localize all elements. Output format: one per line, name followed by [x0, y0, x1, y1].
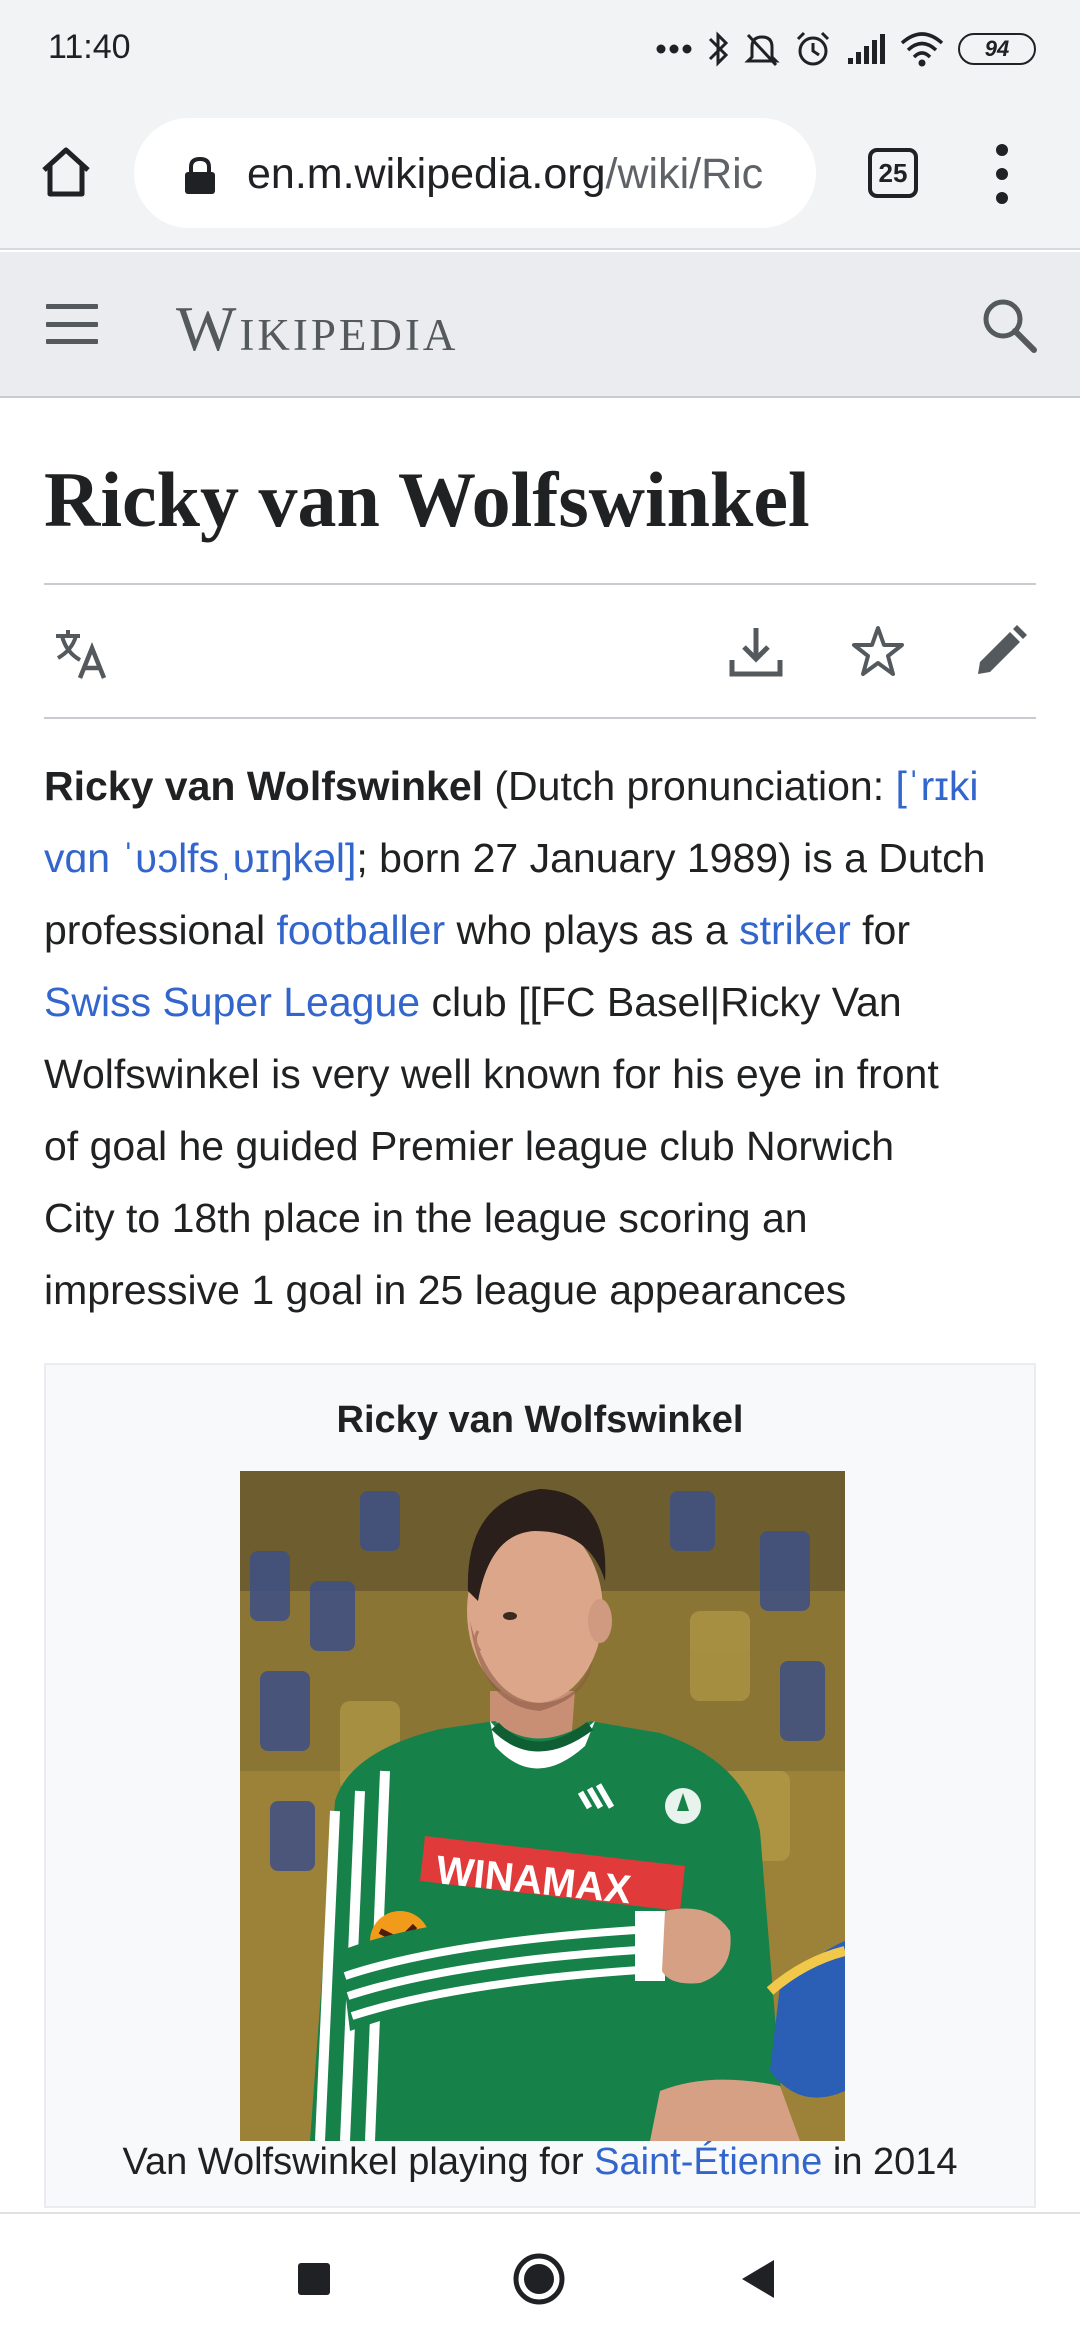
search-icon[interactable]: [978, 294, 1040, 356]
tabs-icon[interactable]: 25: [868, 148, 918, 198]
ipa-link[interactable]: [ˈrɪki: [896, 763, 979, 809]
article-subject: Ricky van Wolfswinkel: [44, 763, 484, 809]
mute-icon: [744, 33, 780, 67]
url-text[interactable]: en.m.wikipedia.org/wiki/Ric: [247, 150, 763, 199]
signal-icon: [848, 34, 885, 64]
browser-toolbar: en.m.wikipedia.org/wiki/Ric 25: [0, 100, 1080, 250]
battery-indicator: 94: [958, 33, 1036, 65]
status-bar: 11:40 94: [0, 0, 1080, 100]
url-path: /wiki/Ric: [605, 150, 764, 198]
translate-icon[interactable]: [52, 622, 112, 682]
infobox-title: Ricky van Wolfswinkel: [336, 1399, 744, 1441]
more-notifications-icon: [656, 44, 692, 54]
status-icons: 94: [656, 26, 1036, 72]
home-icon[interactable]: [36, 142, 96, 202]
lead-paragraph: Ricky van Wolfswinkel (Dutch pronunciati…: [44, 763, 986, 1313]
footballer-link[interactable]: footballer: [276, 907, 445, 953]
page-title: Ricky van Wolfswinkel: [44, 456, 810, 543]
wikipedia-wordmark[interactable]: Wikipedia: [176, 292, 458, 366]
menu-icon[interactable]: [990, 144, 1014, 204]
swiss-super-league-link[interactable]: Swiss Super League: [44, 979, 420, 1025]
divider: [44, 583, 1036, 585]
lock-icon: [185, 156, 215, 194]
system-nav-bar: [0, 2212, 1080, 2340]
stop-icon[interactable]: [297, 2262, 331, 2296]
saint-etienne-link[interactable]: Saint-Étienne: [594, 2141, 822, 2183]
striker-link[interactable]: striker: [739, 907, 851, 953]
wiki-header: Wikipedia: [0, 252, 1080, 398]
hamburger-icon[interactable]: [46, 304, 98, 344]
edit-icon[interactable]: [970, 622, 1030, 682]
star-icon[interactable]: [848, 622, 908, 682]
page-actions: [44, 600, 1036, 708]
player-photo[interactable]: WINAMAX: [240, 1471, 845, 2141]
divider: [44, 717, 1036, 719]
address-bar[interactable]: en.m.wikipedia.org/wiki/Ric: [134, 118, 816, 228]
infobox: Ricky van Wolfswinkel WINAMAX Van Wolfsw…: [44, 1363, 1036, 2208]
home-circle-icon[interactable]: [512, 2252, 566, 2306]
ipa-link[interactable]: vɑn ˈʋɔlfsˌʋɪŋkəl]: [44, 835, 356, 881]
download-icon[interactable]: [726, 622, 786, 682]
alarm-icon: [796, 31, 830, 66]
bluetooth-icon: [708, 31, 729, 67]
infobox-caption: Van Wolfswinkel playing for Saint-Étienn…: [122, 2141, 958, 2183]
url-host: en.m.wikipedia.org: [247, 150, 606, 198]
wifi-icon: [900, 32, 944, 67]
status-time: 11:40: [48, 28, 131, 66]
back-icon[interactable]: [740, 2258, 776, 2300]
